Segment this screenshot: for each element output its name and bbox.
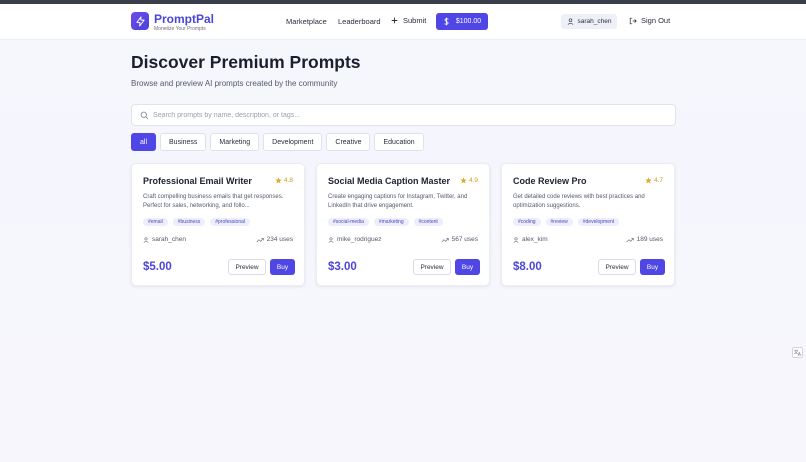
filter-marketing[interactable]: Marketing xyxy=(210,133,260,151)
card-title: Code Review Pro xyxy=(513,176,587,186)
buy-button[interactable]: Buy xyxy=(270,259,295,275)
tag[interactable]: #development xyxy=(577,218,620,226)
nav-leaderboard-link[interactable]: Leaderboard xyxy=(338,17,381,26)
rating-value: 4.8 xyxy=(283,177,293,184)
plus-icon xyxy=(391,17,398,24)
card-author: alex_kim xyxy=(513,236,548,243)
preview-button[interactable]: Preview xyxy=(228,259,266,275)
user-icon xyxy=(143,236,149,243)
trending-up-icon xyxy=(626,237,634,242)
user-icon xyxy=(567,18,573,25)
tag[interactable]: #coding xyxy=(513,218,541,226)
username: sarah_chen xyxy=(577,18,612,25)
filter-all[interactable]: all xyxy=(131,133,157,151)
card-author: mike_rodriguez xyxy=(328,236,381,243)
uses-count: 234 uses xyxy=(266,236,293,243)
user-icon xyxy=(513,236,519,243)
filter-education[interactable]: Education xyxy=(374,133,424,151)
tag[interactable]: #content xyxy=(413,218,443,226)
brand-tagline: Monetize Your Prompts xyxy=(154,26,206,32)
card-uses: 189 uses xyxy=(626,236,663,243)
search-icon xyxy=(140,111,149,120)
star-icon xyxy=(645,177,652,184)
page-subtitle: Browse and preview AI prompts created by… xyxy=(131,79,338,88)
navbar: PromptPal Monetize Your Prompts Marketpl… xyxy=(0,4,806,40)
user-icon xyxy=(328,236,334,243)
card-description: Create engaging captions for Instagram, … xyxy=(328,194,468,209)
card-description: Get detailed code reviews with best prac… xyxy=(513,194,645,209)
search-input[interactable] xyxy=(153,108,653,123)
prompt-card[interactable]: Code Review Pro 4.7 Get detailed code re… xyxy=(501,163,675,286)
tag[interactable]: #marketing xyxy=(373,218,409,226)
filter-development[interactable]: Development xyxy=(263,133,323,151)
prompt-card[interactable]: Professional Email Writer 4.8 Craft comp… xyxy=(131,163,305,286)
sign-out-button[interactable]: Sign Out xyxy=(629,16,670,25)
nav-submit-link[interactable]: Submit xyxy=(391,16,426,25)
card-uses: 234 uses xyxy=(256,236,293,243)
balance-amount: $100.00 xyxy=(455,18,482,25)
logo[interactable] xyxy=(131,12,149,30)
buy-button[interactable]: Buy xyxy=(455,259,480,275)
author-name: mike_rodriguez xyxy=(337,236,382,243)
star-icon xyxy=(275,177,282,184)
tag[interactable]: #professional xyxy=(210,218,250,226)
rating-value: 4.7 xyxy=(653,177,663,184)
preview-button[interactable]: Preview xyxy=(413,259,451,275)
translate-icon[interactable] xyxy=(792,347,803,358)
filter-creative[interactable]: Creative xyxy=(326,133,371,151)
buy-button[interactable]: Buy xyxy=(640,259,665,275)
star-icon xyxy=(460,177,467,184)
card-price: $5.00 xyxy=(143,261,172,273)
sign-out-icon xyxy=(629,17,637,24)
uses-count: 567 uses xyxy=(451,236,478,243)
category-filters: all Business Marketing Development Creat… xyxy=(131,133,424,151)
card-tags: #email #business #professional xyxy=(143,218,250,226)
author-name: sarah_chen xyxy=(152,236,186,243)
dollar-icon xyxy=(444,17,449,26)
trending-up-icon xyxy=(441,237,449,242)
sparkle-icon xyxy=(135,15,145,27)
card-rating: 4.7 xyxy=(645,177,663,184)
page-title: Discover Premium Prompts xyxy=(131,52,361,72)
card-tags: #social-media #marketing #content xyxy=(328,218,443,226)
brand-name[interactable]: PromptPal xyxy=(154,12,214,26)
card-title: Social Media Caption Master xyxy=(328,176,451,186)
preview-button[interactable]: Preview xyxy=(598,259,636,275)
tag[interactable]: #email xyxy=(143,218,168,226)
tag[interactable]: #review xyxy=(545,218,573,226)
card-price: $8.00 xyxy=(513,261,542,273)
card-tags: #coding #review #development xyxy=(513,218,620,226)
card-title: Professional Email Writer xyxy=(143,176,252,186)
tag[interactable]: #social-media xyxy=(328,218,369,226)
card-uses: 567 uses xyxy=(441,236,478,243)
rating-value: 4.9 xyxy=(468,177,478,184)
balance-button[interactable]: $100.00 xyxy=(436,13,488,30)
author-name: alex_kim xyxy=(522,236,548,243)
uses-count: 189 uses xyxy=(636,236,663,243)
card-rating: 4.9 xyxy=(460,177,478,184)
search-bar xyxy=(131,104,676,126)
user-profile-chip[interactable]: sarah_chen xyxy=(561,14,617,29)
prompt-card[interactable]: Social Media Caption Master 4.9 Create e… xyxy=(316,163,490,286)
nav-marketplace-link[interactable]: Marketplace xyxy=(286,17,327,26)
card-description: Craft compelling business emails that ge… xyxy=(143,194,284,209)
filter-business[interactable]: Business xyxy=(160,133,207,151)
trending-up-icon xyxy=(256,237,264,242)
sign-out-label: Sign Out xyxy=(641,16,671,25)
card-rating: 4.8 xyxy=(275,177,293,184)
tag[interactable]: #business xyxy=(172,218,206,226)
submit-label: Submit xyxy=(403,16,427,25)
card-author: sarah_chen xyxy=(143,236,186,243)
card-price: $3.00 xyxy=(328,261,357,273)
